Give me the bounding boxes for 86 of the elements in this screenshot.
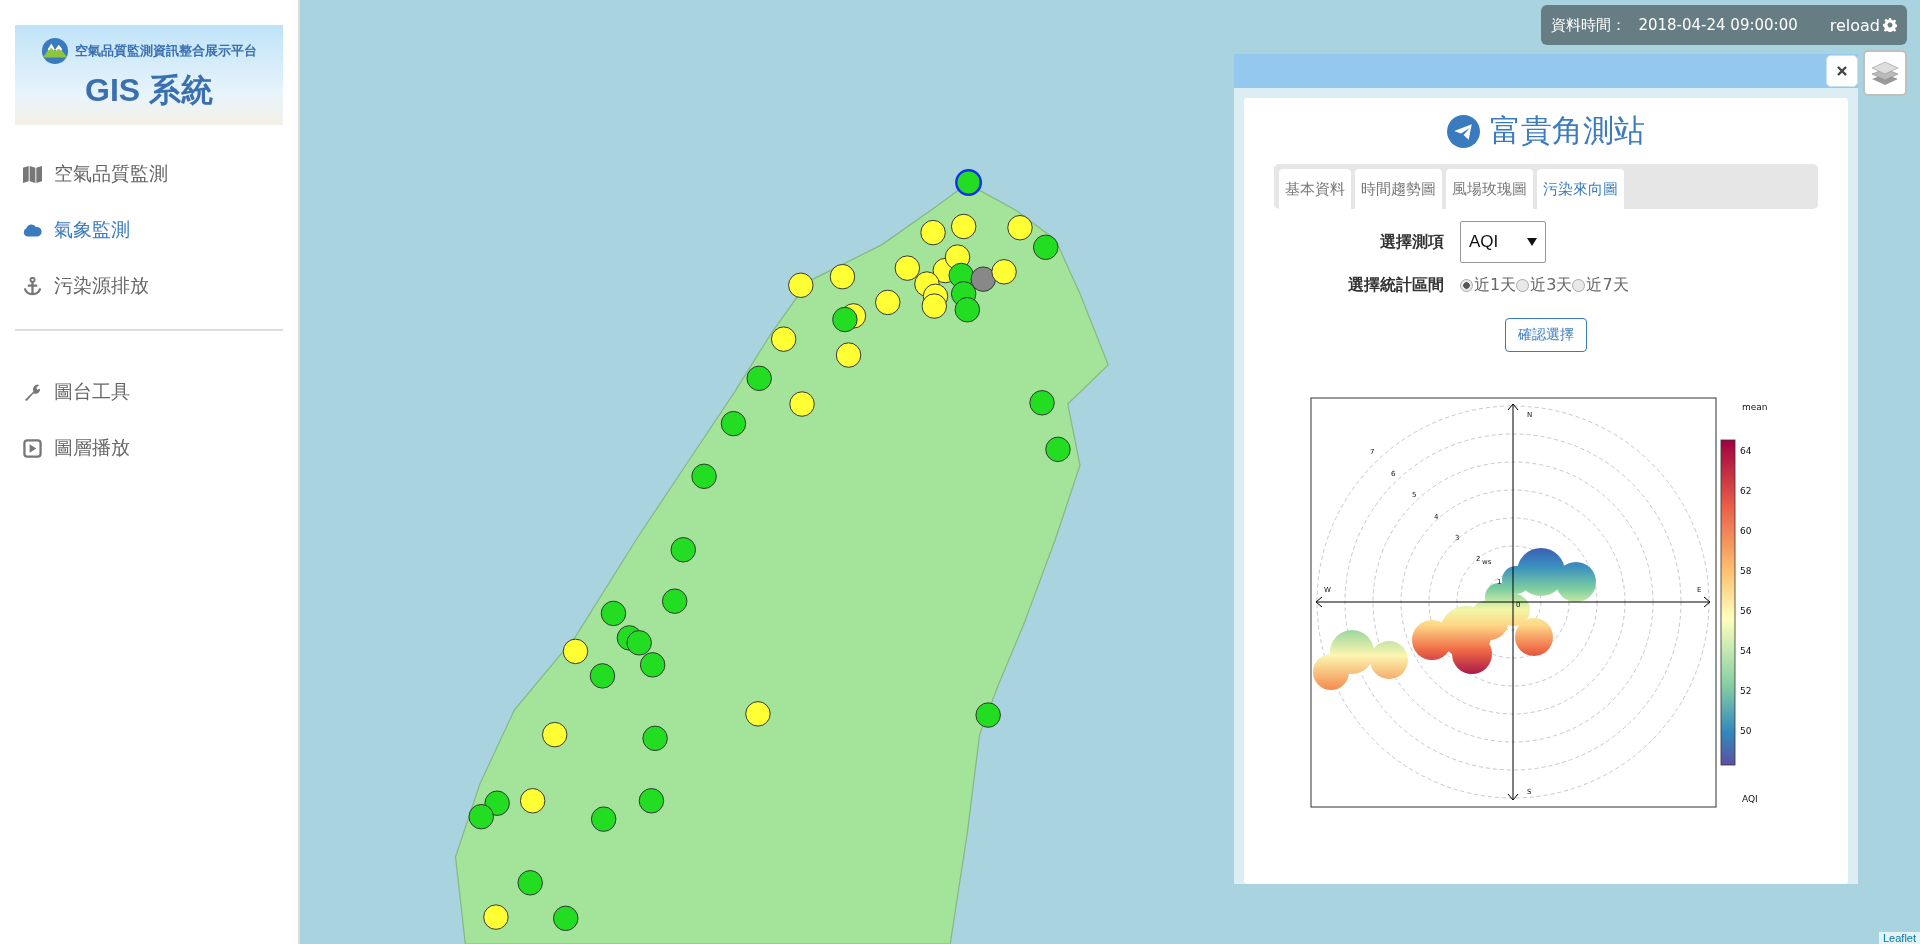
station-marker[interactable] xyxy=(832,306,858,333)
station-marker[interactable] xyxy=(626,630,652,656)
station-marker[interactable] xyxy=(691,463,717,489)
layers-icon xyxy=(1871,60,1899,86)
logo-title: GIS 系統 xyxy=(85,71,213,110)
station-marker[interactable] xyxy=(829,263,856,290)
station-marker[interactable] xyxy=(955,168,983,196)
caret-icon xyxy=(1527,238,1537,246)
legend-tick-label: 62 xyxy=(1740,486,1752,496)
station-marker[interactable] xyxy=(1029,390,1055,416)
legend-tick-label: 56 xyxy=(1740,606,1752,616)
station-marker[interactable] xyxy=(975,702,1001,728)
station-marker[interactable] xyxy=(517,870,543,896)
logo-subtitle: 空氣品質監測資訊整合展示平台 xyxy=(75,42,257,60)
play-icon xyxy=(23,438,42,458)
station-marker[interactable] xyxy=(788,272,814,298)
station-marker[interactable] xyxy=(639,652,666,678)
station-marker[interactable] xyxy=(638,788,665,814)
legend-tick-label: 52 xyxy=(1740,686,1752,696)
station-marker[interactable] xyxy=(1045,436,1071,463)
period-radio[interactable]: 近3天 xyxy=(1516,275,1573,296)
station-marker[interactable] xyxy=(894,255,921,281)
item-label: 選擇測項 xyxy=(1379,231,1444,253)
station-marker[interactable] xyxy=(1007,215,1033,241)
close-icon xyxy=(1837,66,1847,76)
legend-tick-label: 54 xyxy=(1740,646,1752,656)
legend-title: mean xyxy=(1742,402,1768,412)
station-marker[interactable] xyxy=(661,588,688,614)
station-marker[interactable] xyxy=(642,725,668,752)
station-marker[interactable] xyxy=(600,600,627,627)
station-marker[interactable] xyxy=(920,219,946,246)
wrench-icon xyxy=(23,382,42,402)
station-marker[interactable] xyxy=(541,721,568,748)
reload-button[interactable]: reload xyxy=(1829,15,1897,35)
mountain-logo-icon xyxy=(41,37,69,65)
tab[interactable]: 風場玫瑰圖 xyxy=(1446,169,1533,209)
station-marker[interactable] xyxy=(590,806,617,832)
tab[interactable]: 污染來向圖 xyxy=(1537,169,1624,209)
station-marker[interactable] xyxy=(746,365,772,392)
map-icon xyxy=(23,164,42,184)
legend-tick-label: 60 xyxy=(1740,526,1752,536)
station-marker[interactable] xyxy=(468,803,494,830)
station-marker[interactable] xyxy=(670,537,696,563)
station-marker[interactable] xyxy=(1033,234,1059,261)
paper-plane-icon xyxy=(1447,114,1480,148)
station-marker[interactable] xyxy=(789,391,815,417)
tab[interactable]: 時間趨勢圖 xyxy=(1355,169,1442,209)
tab[interactable]: 基本資料 xyxy=(1279,169,1351,209)
station-marker[interactable] xyxy=(483,904,509,930)
close-button[interactable] xyxy=(1826,55,1858,87)
station-marker[interactable] xyxy=(954,297,981,323)
period-radio[interactable]: 近1天 xyxy=(1460,275,1517,296)
settings-icon xyxy=(1883,18,1897,32)
menu-item[interactable]: 圖層播放 xyxy=(23,435,130,461)
menu-item[interactable]: 圖台工具 xyxy=(23,379,130,405)
period-radio[interactable]: 近7天 xyxy=(1572,275,1629,296)
data-time-label: 資料時間： xyxy=(1551,15,1627,35)
station-marker[interactable] xyxy=(921,293,947,319)
legend-tick-label: 50 xyxy=(1740,726,1752,736)
station-marker[interactable] xyxy=(519,788,546,814)
station-marker[interactable] xyxy=(835,342,862,368)
station-marker[interactable] xyxy=(553,905,579,932)
data-time-value: 2018-04-24 09:00:00 xyxy=(1638,16,1798,34)
anchor-icon xyxy=(23,276,42,296)
station-marker[interactable] xyxy=(484,790,510,816)
menu-item[interactable]: 空氣品質監測 xyxy=(23,161,168,187)
attribution-link[interactable]: Leaflet xyxy=(1878,932,1920,944)
layers-button[interactable] xyxy=(1863,50,1907,96)
menu-item[interactable]: 氣象監測 xyxy=(23,217,130,243)
period-label: 選擇統計區間 xyxy=(1347,275,1444,296)
legend-tick-label: 58 xyxy=(1740,566,1752,576)
station-marker[interactable] xyxy=(875,289,901,316)
station-marker[interactable] xyxy=(745,701,771,727)
station-marker[interactable] xyxy=(991,259,1017,285)
item-select[interactable]: AQI xyxy=(1460,221,1546,263)
legend-tick-label: 64 xyxy=(1740,446,1752,456)
station-marker[interactable] xyxy=(770,326,797,352)
legend-unit: AQI xyxy=(1742,794,1758,804)
station-marker[interactable] xyxy=(950,213,977,240)
station-marker[interactable] xyxy=(970,266,996,292)
confirm-button[interactable]: 確認選擇 xyxy=(1505,318,1587,352)
station-marker[interactable] xyxy=(589,663,616,689)
station-marker[interactable] xyxy=(720,410,747,437)
station-marker[interactable] xyxy=(562,638,589,665)
station-title: 富貴角測站 xyxy=(1490,111,1645,150)
menu-item[interactable]: 污染源排放 xyxy=(23,273,149,299)
